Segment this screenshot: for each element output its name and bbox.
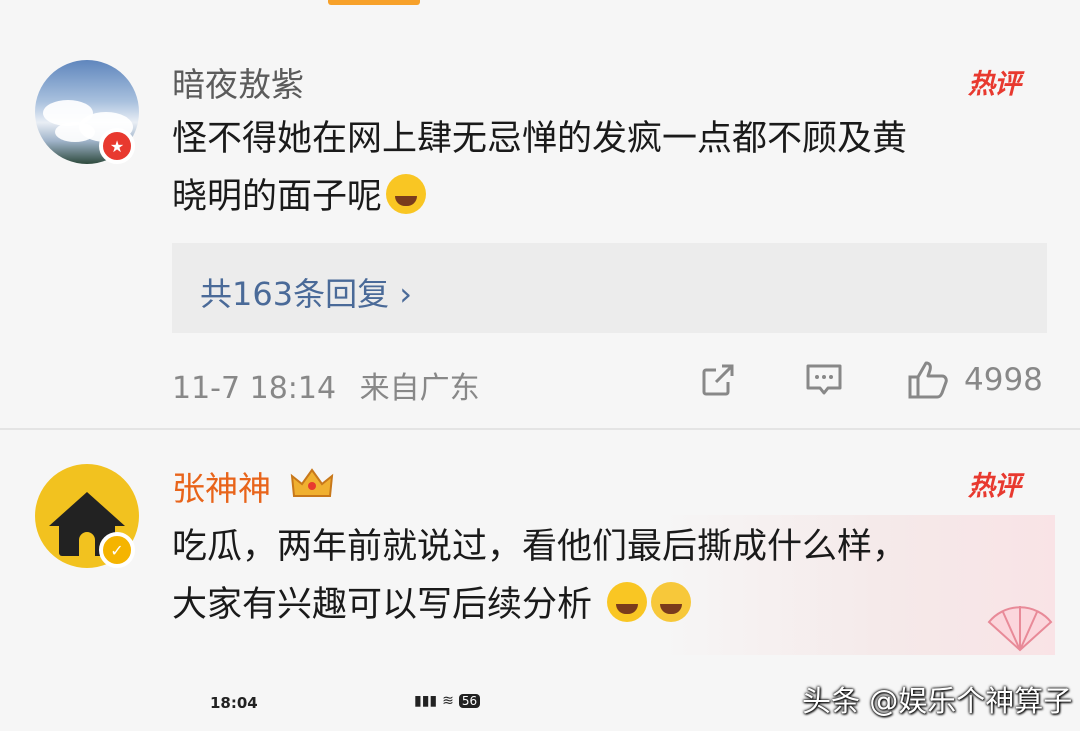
yummy-emoji-icon bbox=[651, 582, 692, 622]
laughing-tears-emoji-icon bbox=[386, 174, 427, 214]
top-accent-bar bbox=[328, 0, 420, 5]
comment-text: 怪不得她在网上肆无忌惮的发疯一点都不顾及黄 晓明的面子呢 bbox=[172, 110, 1042, 226]
hut-door-shape bbox=[79, 532, 95, 556]
username[interactable]: 张神神 bbox=[172, 462, 271, 510]
cloud-shape bbox=[55, 122, 95, 142]
reply-button[interactable] bbox=[804, 360, 844, 400]
grinning-emoji-icon bbox=[607, 582, 648, 622]
like-button[interactable]: 4998 bbox=[906, 360, 1043, 400]
comment-icon bbox=[806, 364, 842, 395]
comment-card: ✓ 张神神 热评 吃瓜，两年前就说过，看他们最后撕成什么样， 大家有兴趣可以写后… bbox=[0, 440, 1080, 660]
replies-box[interactable]: 共163条回复 › bbox=[172, 243, 1047, 333]
like-count: 4998 bbox=[964, 362, 1043, 398]
share-icon bbox=[702, 364, 734, 396]
share-button[interactable] bbox=[698, 360, 738, 400]
chevron-right-icon: › bbox=[399, 275, 413, 313]
comment-divider bbox=[0, 428, 1080, 430]
crown-icon bbox=[290, 468, 334, 497]
comment-text: 吃瓜，两年前就说过，看他们最后撕成什么样， 大家有兴趣可以写后续分析 bbox=[172, 518, 1042, 634]
verified-badge-icon: ✓ bbox=[99, 532, 135, 568]
view-replies-link[interactable]: 共163条回复 › bbox=[200, 269, 412, 315]
comment-timestamp: 11-7 18:14 bbox=[172, 371, 337, 406]
battery-icon: 56 bbox=[458, 694, 481, 708]
hut-roof-shape bbox=[49, 492, 125, 526]
comment-text-body: 怪不得她在网上肆无忌惮的发疯一点都不顾及黄 晓明的面子呢 bbox=[172, 119, 908, 217]
hot-comment-tag: 热评 bbox=[968, 69, 1021, 100]
status-bar-time: 18:04 bbox=[210, 694, 258, 712]
thumbs-up-icon bbox=[908, 361, 948, 399]
member-badge-icon: ★ bbox=[99, 128, 135, 164]
signal-icon: ▮▮▮ bbox=[414, 693, 438, 709]
status-bar-icons: ▮▮▮ ≋ 56 bbox=[414, 693, 481, 709]
username[interactable]: 暗夜敖紫 bbox=[172, 58, 304, 106]
fan-decoration-icon bbox=[987, 606, 1053, 652]
comment-card: ★ 暗夜敖紫 热评 怪不得她在网上肆无忌惮的发疯一点都不顾及黄 晓明的面子呢 共… bbox=[0, 40, 1080, 425]
watermark: 头条 @娱乐个神算子 bbox=[802, 684, 1073, 718]
wifi-icon: ≋ bbox=[442, 693, 454, 709]
comment-meta: 11-7 18:14 来自广东 bbox=[172, 363, 480, 407]
replies-count-label: 共163条回复 bbox=[200, 275, 390, 313]
comment-location: 来自广东 bbox=[359, 371, 480, 406]
comment-text-body: 吃瓜，两年前就说过，看他们最后撕成什么样， 大家有兴趣可以写后续分析 bbox=[172, 527, 908, 625]
hot-comment-tag: 热评 bbox=[968, 471, 1021, 502]
